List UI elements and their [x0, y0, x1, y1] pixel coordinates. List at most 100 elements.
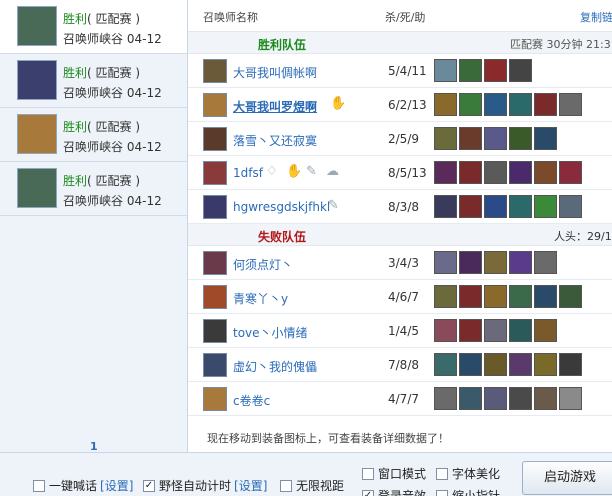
match-map: 召唤师峡谷: [63, 86, 124, 100]
match-list-item[interactable]: 胜利( 匹配赛 ) 召唤师峡谷 04-12: [0, 54, 187, 108]
item-icon[interactable]: [459, 387, 482, 410]
item-icon[interactable]: [484, 59, 507, 82]
item-icon[interactable]: [534, 195, 557, 218]
option-window-mode-label: 窗口模式: [378, 467, 427, 481]
item-icon[interactable]: [459, 93, 482, 116]
item-icon[interactable]: [434, 285, 457, 308]
item-icon[interactable]: [484, 195, 507, 218]
item-icon[interactable]: [509, 353, 532, 376]
item-icon[interactable]: [434, 387, 457, 410]
item-icon[interactable]: [509, 285, 532, 308]
item-icon[interactable]: [509, 251, 532, 274]
col-kda: 杀/死/助: [385, 11, 426, 24]
item-icon[interactable]: [559, 285, 582, 308]
checkbox-jungle-timer[interactable]: ✓: [143, 479, 155, 492]
player-name[interactable]: 落雪丶又还寂寞: [233, 132, 317, 149]
jungle-timer-settings-link[interactable]: [设置]: [234, 477, 267, 494]
item-icon[interactable]: [459, 59, 482, 82]
checkbox-font-beautify[interactable]: [436, 467, 448, 480]
option-unlimited-view[interactable]: 无限视距: [280, 477, 344, 494]
item-list: [434, 195, 584, 218]
item-icon[interactable]: [559, 93, 582, 116]
player-name[interactable]: 虚幻丶我的傀儡: [233, 358, 317, 375]
item-icon[interactable]: [534, 387, 557, 410]
player-name[interactable]: 何须点灯丶: [233, 256, 293, 273]
item-list: [434, 93, 584, 116]
checkbox-login-sound[interactable]: ✓: [362, 489, 374, 496]
option-shrink-cursor[interactable]: 缩小指针: [436, 487, 500, 496]
item-icon[interactable]: [484, 161, 507, 184]
item-icon[interactable]: [434, 319, 457, 342]
item-icon[interactable]: [434, 161, 457, 184]
item-icon[interactable]: [534, 127, 557, 150]
champion-avatar: [17, 6, 57, 46]
item-icon[interactable]: [534, 285, 557, 308]
item-icon[interactable]: [484, 353, 507, 376]
item-icon[interactable]: [434, 195, 457, 218]
item-icon[interactable]: [484, 251, 507, 274]
item-icon[interactable]: [459, 353, 482, 376]
item-icon[interactable]: [459, 161, 482, 184]
item-icon[interactable]: [434, 251, 457, 274]
item-icon[interactable]: [534, 353, 557, 376]
champion-avatar: [17, 114, 57, 154]
player-name[interactable]: 1dfsf: [233, 166, 263, 180]
item-icon[interactable]: [509, 319, 532, 342]
checkbox-shrink-cursor[interactable]: [436, 489, 448, 496]
player-name[interactable]: hgwresgdskjfhkl: [233, 200, 330, 214]
item-icon[interactable]: [434, 353, 457, 376]
player-name[interactable]: 青寒丫丶y: [233, 290, 288, 307]
item-icon[interactable]: [434, 93, 457, 116]
item-icon[interactable]: [509, 93, 532, 116]
one-click-chat-settings-link[interactable]: [设置]: [100, 477, 133, 494]
checkbox-unlimited-view[interactable]: [280, 479, 292, 492]
option-jungle-timer[interactable]: ✓ 野怪自动计时 [设置]: [143, 477, 267, 494]
item-icon[interactable]: [559, 387, 582, 410]
champion-avatar: [17, 168, 57, 208]
item-icon[interactable]: [509, 127, 532, 150]
option-font-beautify[interactable]: 字体美化: [436, 465, 500, 482]
item-icon[interactable]: [509, 59, 532, 82]
item-icon[interactable]: [509, 387, 532, 410]
item-icon[interactable]: [459, 251, 482, 274]
item-icon[interactable]: [534, 251, 557, 274]
item-icon[interactable]: [559, 161, 582, 184]
item-icon[interactable]: [559, 353, 582, 376]
item-list: [434, 251, 559, 274]
item-icon[interactable]: [434, 59, 457, 82]
item-icon[interactable]: [559, 195, 582, 218]
item-icon[interactable]: [484, 319, 507, 342]
match-list-item[interactable]: 胜利( 匹配赛 ) 召唤师峡谷 04-12: [0, 108, 187, 162]
item-icon[interactable]: [459, 195, 482, 218]
option-window-mode[interactable]: 窗口模式: [362, 465, 426, 482]
start-game-button[interactable]: 启动游戏: [522, 461, 612, 495]
checkbox-window-mode[interactable]: [362, 467, 374, 480]
option-font-beautify-label: 字体美化: [452, 467, 501, 481]
player-name[interactable]: 大哥我叫倜帐啊: [233, 64, 317, 81]
option-login-sound[interactable]: ✓ 登录音效: [362, 487, 426, 496]
checkbox-one-click-chat[interactable]: [33, 479, 45, 492]
item-icon[interactable]: [459, 285, 482, 308]
player-name[interactable]: tove丶小情绪: [233, 324, 308, 341]
item-icon[interactable]: [484, 93, 507, 116]
item-icon[interactable]: [509, 195, 532, 218]
match-list-item[interactable]: 胜利( 匹配赛 ) 召唤师峡谷 04-12: [0, 162, 187, 216]
item-icon[interactable]: [484, 127, 507, 150]
item-icon[interactable]: [484, 387, 507, 410]
item-icon[interactable]: [509, 161, 532, 184]
item-icon[interactable]: [459, 127, 482, 150]
match-list-item[interactable]: 胜利( 匹配赛 ) 召唤师峡谷 04-12: [0, 0, 187, 54]
copy-link[interactable]: 复制链: [580, 9, 612, 25]
match-meta: 匹配赛 30分钟 21:3: [510, 38, 611, 51]
option-one-click-chat[interactable]: 一键喊话 [设置]: [33, 477, 133, 494]
item-icon[interactable]: [484, 285, 507, 308]
player-name[interactable]: c卷卷c: [233, 392, 270, 409]
item-icon[interactable]: [534, 319, 557, 342]
player-name[interactable]: 大哥我叫罗煜啊: [233, 98, 317, 115]
item-icon[interactable]: [534, 161, 557, 184]
item-icon[interactable]: [534, 93, 557, 116]
item-icon[interactable]: [459, 319, 482, 342]
item-icon[interactable]: [434, 127, 457, 150]
match-info-line: 召唤师峡谷 04-12: [63, 30, 162, 47]
match-result: 胜利: [63, 120, 88, 134]
